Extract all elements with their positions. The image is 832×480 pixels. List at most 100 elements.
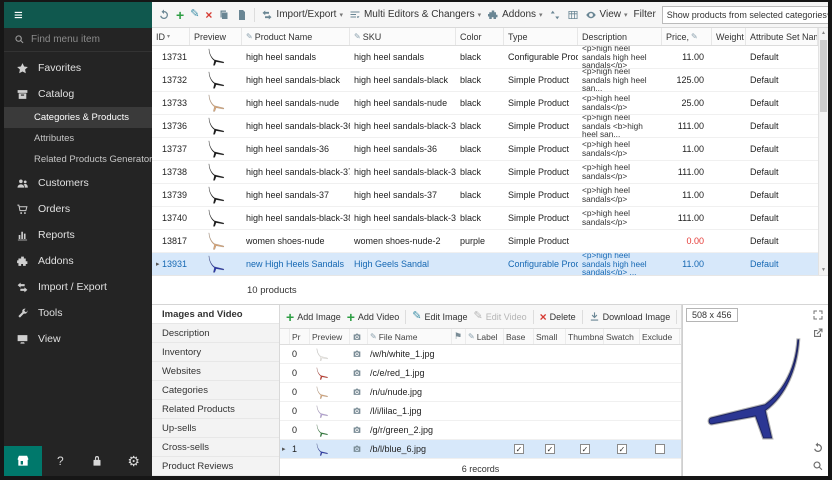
- tab-up-sells[interactable]: Up-sells: [152, 419, 279, 438]
- column-header-file-name[interactable]: ✎File Name: [368, 329, 452, 344]
- product-row[interactable]: ▸13931new High Heels SandalsHigh Geels S…: [152, 253, 818, 275]
- help-button[interactable]: ?: [42, 446, 79, 476]
- column-header-preview[interactable]: Preview: [190, 28, 242, 45]
- menu-search-input[interactable]: [31, 34, 135, 45]
- column-header-product-name[interactable]: ✎Product Name: [242, 28, 350, 45]
- add-video-button[interactable]: +Add Video: [347, 310, 400, 324]
- rotate-button[interactable]: [812, 442, 824, 454]
- sidebar-item-attributes[interactable]: Attributes: [4, 128, 152, 149]
- sidebar-item-tools[interactable]: Tools: [4, 300, 152, 326]
- column-header-color[interactable]: Color: [456, 28, 504, 45]
- addons-menu[interactable]: Addons ▾: [487, 9, 542, 21]
- hamburger-menu-button[interactable]: ≡: [4, 2, 152, 28]
- product-row[interactable]: 13740high heel sandals-black-38high heel…: [152, 207, 818, 230]
- image-thumbnail: [310, 421, 350, 439]
- scroll-down-icon[interactable]: ▼: [819, 267, 828, 273]
- scroll-up-icon[interactable]: ▲: [819, 30, 828, 36]
- checkbox[interactable]: ✓: [617, 444, 627, 454]
- sidebar-item-customers[interactable]: Customers: [4, 170, 152, 196]
- column-header-description[interactable]: Description: [578, 28, 662, 45]
- sidebar-item-catalog[interactable]: Catalog: [4, 81, 152, 107]
- checkbox[interactable]: ✓: [545, 444, 555, 454]
- sidebar-item-orders[interactable]: Orders: [4, 196, 152, 222]
- tab-websites[interactable]: Websites: [152, 362, 279, 381]
- image-row[interactable]: 0/g/r/green_2.jpg: [280, 421, 681, 440]
- tab-images-and-video[interactable]: Images and Video: [152, 305, 279, 324]
- product-row[interactable]: 13731high heel sandalshigh heel sandalsb…: [152, 46, 818, 69]
- sidebar-item-import-export[interactable]: Import / Export: [4, 274, 152, 300]
- columns-button[interactable]: [567, 9, 579, 21]
- image-row[interactable]: 0/c/e/red_1.jpg: [280, 364, 681, 383]
- store-button[interactable]: [4, 446, 42, 476]
- vertical-scrollbar[interactable]: ▲ ▼: [818, 28, 828, 275]
- product-row[interactable]: 13739high heel sandals-37high heel sanda…: [152, 184, 818, 207]
- images-grid: Pr Preview ✎File Name ⚑ ✎Label Base Smal…: [280, 329, 681, 462]
- column-header-attribute-set[interactable]: Attribute Set Name: [746, 28, 818, 45]
- column-header-type[interactable]: Type: [504, 28, 578, 45]
- image-row[interactable]: 0/n/u/nude.jpg: [280, 383, 681, 402]
- column-header-id[interactable]: ID▾: [152, 28, 190, 45]
- view-menu[interactable]: View ▾: [585, 9, 628, 21]
- column-header-thumbnail[interactable]: Thumbna: [566, 329, 604, 344]
- column-header-image-preview[interactable]: Preview: [310, 329, 350, 344]
- open-external-button[interactable]: [812, 327, 824, 339]
- add-image-button[interactable]: +Add Image: [286, 310, 341, 324]
- column-header-base[interactable]: Base: [504, 329, 534, 344]
- delete-product-button[interactable]: ×: [205, 9, 212, 21]
- tab-inventory[interactable]: Inventory: [152, 343, 279, 362]
- tab-description[interactable]: Description: [152, 324, 279, 343]
- fullscreen-button[interactable]: [812, 309, 824, 321]
- tab-related-products[interactable]: Related Products: [152, 400, 279, 419]
- refresh-button[interactable]: [158, 9, 170, 21]
- product-row[interactable]: 13817women shoes-nudewomen shoes-nude-2p…: [152, 230, 818, 253]
- tab-product-reviews[interactable]: Product Reviews: [152, 457, 279, 476]
- cell-weight: [712, 69, 746, 91]
- column-header-weight[interactable]: Weight: [712, 28, 746, 45]
- add-product-button[interactable]: +: [176, 8, 184, 22]
- column-header-exclude[interactable]: Exclude: [640, 329, 680, 344]
- cell-attribute-set: Default: [746, 230, 818, 252]
- column-header-price[interactable]: Price,✎: [662, 28, 712, 45]
- column-header-sku[interactable]: ✎SKU: [350, 28, 456, 45]
- sidebar-item-reports[interactable]: Reports: [4, 222, 152, 248]
- image-row[interactable]: 0/l/i/lilac_1.jpg: [280, 402, 681, 421]
- checkbox[interactable]: ✓: [580, 444, 590, 454]
- checkbox[interactable]: [655, 444, 665, 454]
- duplicate-button[interactable]: [236, 9, 248, 21]
- cell-type: Simple Product: [504, 69, 578, 91]
- zoom-button[interactable]: [812, 460, 824, 472]
- product-row[interactable]: 13737high heel sandals-36high heel sanda…: [152, 138, 818, 161]
- sort-rows-button[interactable]: [549, 9, 561, 21]
- tab-cross-sells[interactable]: Cross-sells: [152, 438, 279, 457]
- copy-button[interactable]: [218, 9, 230, 21]
- column-header-swatch[interactable]: Swatch: [604, 329, 640, 344]
- lock-button[interactable]: [79, 446, 116, 476]
- tab-categories[interactable]: Categories: [152, 381, 279, 400]
- product-row[interactable]: 13733high heel sandals-nudehigh heel san…: [152, 92, 818, 115]
- settings-button[interactable]: ⚙: [115, 446, 152, 476]
- delete-image-button[interactable]: ×Delete: [540, 311, 576, 323]
- edit-product-button[interactable]: ✎: [190, 9, 199, 20]
- image-row[interactable]: ▸1/b/l/blue_6.jpg✓✓✓✓: [280, 440, 681, 459]
- scrollbar-thumb[interactable]: [820, 40, 827, 112]
- column-header-priority[interactable]: Pr: [290, 329, 310, 344]
- product-row[interactable]: 13732high heel sandals-blackhigh heel sa…: [152, 69, 818, 92]
- sidebar-item-categories-products[interactable]: Categories & Products: [4, 107, 152, 128]
- product-row[interactable]: 13736high heel sandals-black-36high heel…: [152, 115, 818, 138]
- edit-image-button[interactable]: ✎Edit Image: [412, 311, 467, 322]
- sidebar-item-view[interactable]: View: [4, 326, 152, 352]
- sidebar-item-addons[interactable]: Addons: [4, 248, 152, 274]
- filter-select[interactable]: Show products from selected categories ▾: [662, 6, 828, 24]
- download-image-button[interactable]: Download Image: [589, 311, 671, 322]
- external-link-icon: [812, 327, 824, 339]
- checkbox[interactable]: ✓: [514, 444, 524, 454]
- column-header-label[interactable]: ✎Label: [466, 329, 504, 344]
- multi-editors-menu[interactable]: Multi Editors & Changers ▾: [349, 9, 481, 21]
- sidebar-item-related-products-generator[interactable]: Related Products Generator: [4, 149, 152, 170]
- column-header-small[interactable]: Small: [534, 329, 566, 344]
- cell-description: <p>high heel sandals high heel sandals</…: [578, 253, 662, 275]
- sidebar-item-favorites[interactable]: Favorites: [4, 55, 152, 81]
- import-export-menu[interactable]: Import/Export ▾: [261, 9, 343, 21]
- image-row[interactable]: 0/w/h/white_1.jpg: [280, 345, 681, 364]
- product-row[interactable]: 13738high heel sandals-black-37high heel…: [152, 161, 818, 184]
